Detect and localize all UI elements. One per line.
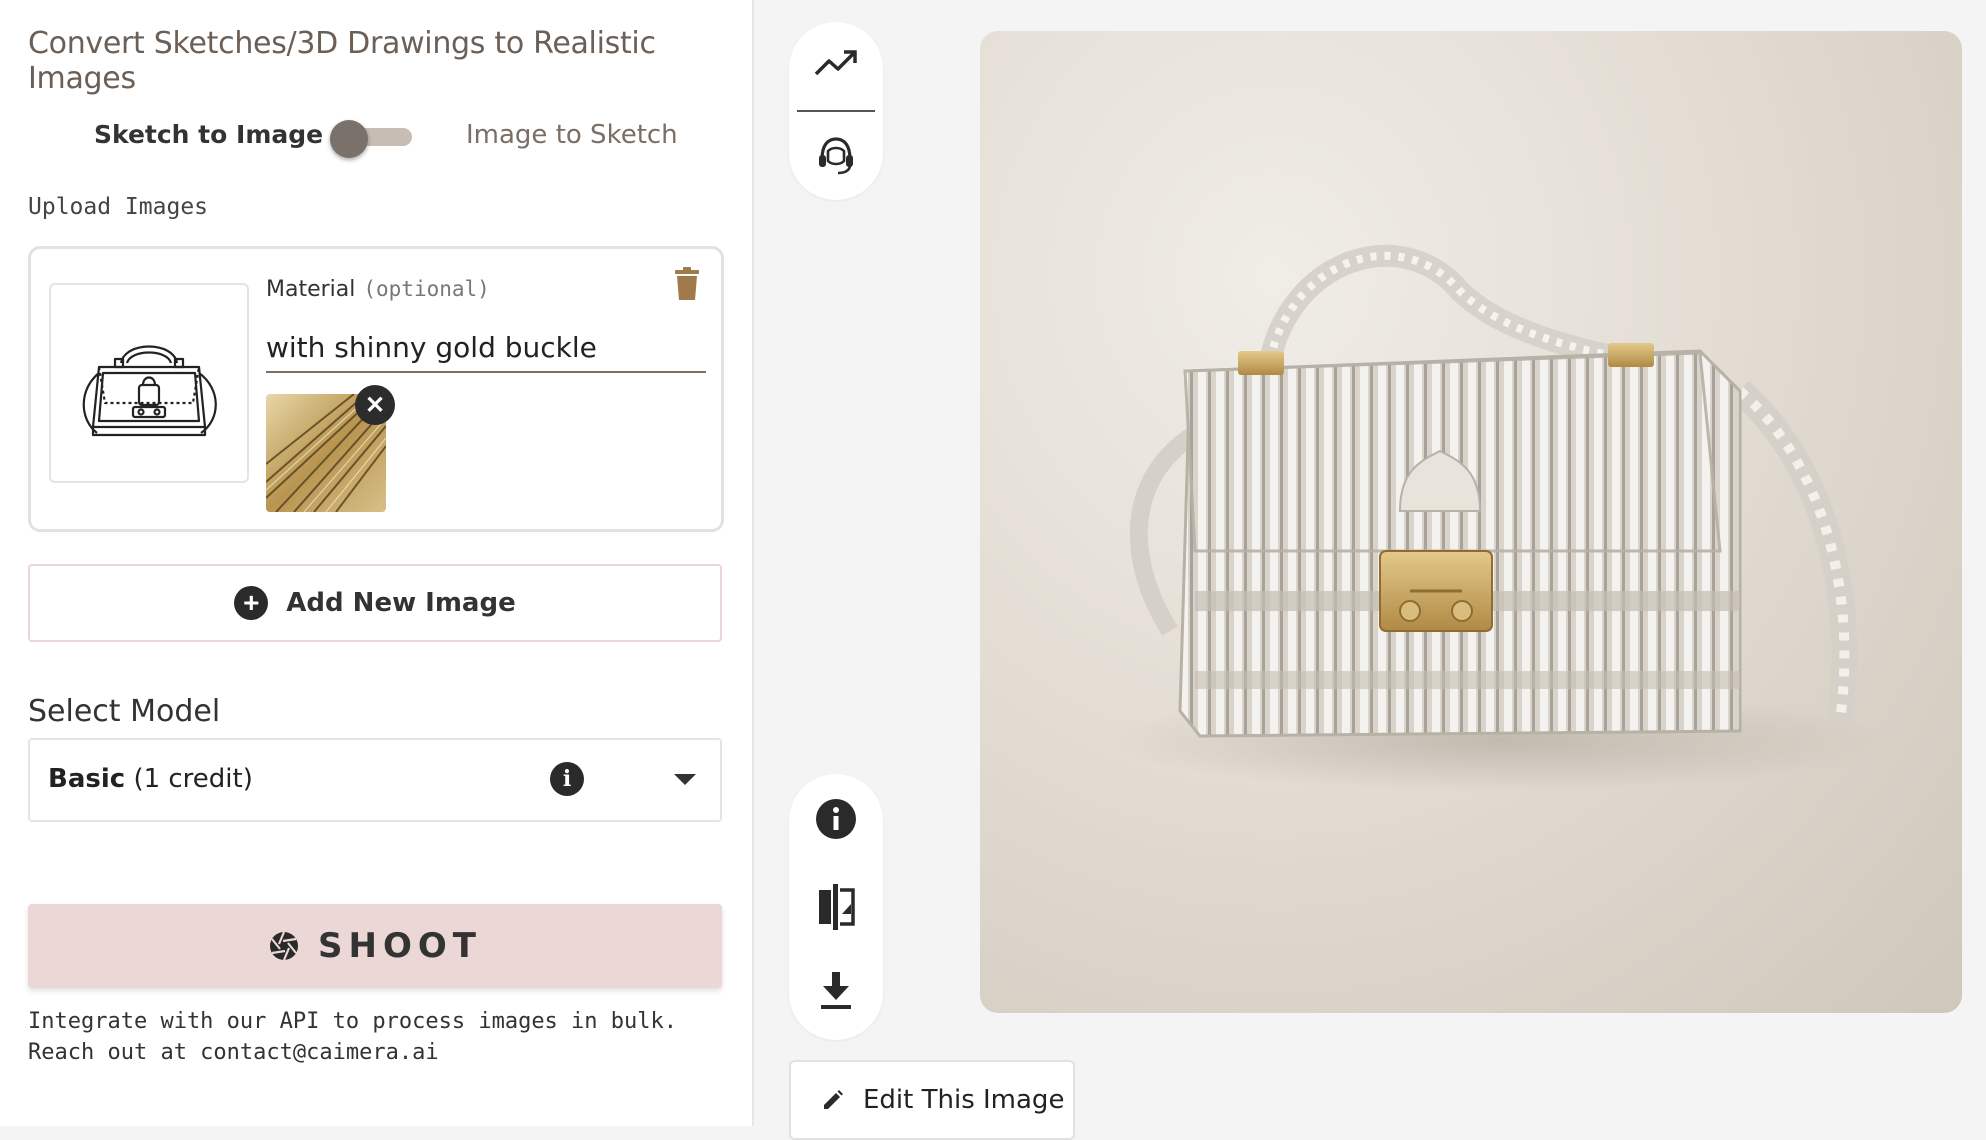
material-label-text: Material: [266, 277, 356, 302]
api-info-line-2: Reach out at contact@caimera.ai: [28, 1040, 439, 1065]
select-model-label: Select Model: [28, 694, 221, 729]
camera-aperture-icon: [270, 931, 299, 961]
selected-model: Basic (1 credit): [48, 764, 253, 794]
support-button[interactable]: [811, 130, 861, 180]
sketch-thumbnail[interactable]: [49, 283, 249, 483]
api-info-line-1: Integrate with our API to process images…: [28, 1009, 678, 1034]
material-field-label: Material (optional): [266, 277, 490, 302]
download-icon: [821, 972, 851, 1009]
trending-up-button[interactable]: [811, 38, 861, 88]
mode-image-to-sketch-label[interactable]: Image to Sketch: [466, 120, 678, 150]
mode-sketch-to-image-label[interactable]: Sketch to Image: [94, 120, 323, 149]
dropdown-caret-icon[interactable]: [674, 774, 696, 785]
compare-button[interactable]: [811, 882, 861, 932]
trending-up-icon: [814, 50, 857, 76]
remove-material-image-button[interactable]: ✕: [355, 385, 395, 425]
info-icon: [816, 799, 856, 839]
toggle-thumb[interactable]: [330, 120, 368, 158]
shoot-label: SHOOT: [318, 926, 482, 966]
support-agent-icon: [819, 137, 853, 175]
trash-icon: [675, 267, 699, 300]
material-input[interactable]: [266, 323, 706, 373]
crystal-handbag-render: [1110, 244, 1890, 791]
edit-this-image-label: Edit This Image: [863, 1085, 1065, 1115]
handbag-sketch-image: [82, 345, 217, 437]
api-info-text: Integrate with our API to process images…: [28, 1006, 677, 1068]
delete-image-icon[interactable]: [673, 267, 701, 301]
upload-image-card: Material (optional) with shinny gold buc…: [28, 246, 724, 532]
model-select[interactable]: Basic (1 credit) i: [28, 738, 722, 822]
page-title: Convert Sketches/3D Drawings to Realisti…: [28, 26, 656, 96]
pencil-icon: [824, 1090, 843, 1109]
edit-this-image-button[interactable]: Edit This Image: [789, 1060, 1075, 1140]
mode-toggle-switch[interactable]: [330, 120, 412, 158]
generated-result-image: [980, 31, 1962, 1013]
material-optional-hint: (optional): [363, 277, 490, 301]
compare-icon: [819, 884, 855, 930]
top-toolbar: [789, 22, 883, 200]
add-circle-icon: +: [234, 586, 269, 620]
model-credit-cost: (1 credit): [133, 764, 253, 794]
shoot-button[interactable]: SHOOT: [28, 904, 722, 988]
upload-images-label: Upload Images: [28, 194, 209, 220]
add-new-image-button[interactable]: + Add New Image: [28, 564, 722, 642]
model-name: Basic: [48, 764, 126, 794]
toolbar-divider: [797, 110, 875, 112]
model-info-icon[interactable]: i: [550, 762, 584, 796]
bottom-toolbar: [789, 774, 883, 1040]
info-button[interactable]: [811, 794, 861, 844]
add-new-image-label: Add New Image: [286, 588, 516, 618]
left-panel: Convert Sketches/3D Drawings to Realisti…: [0, 0, 754, 1126]
download-button[interactable]: [811, 966, 861, 1016]
